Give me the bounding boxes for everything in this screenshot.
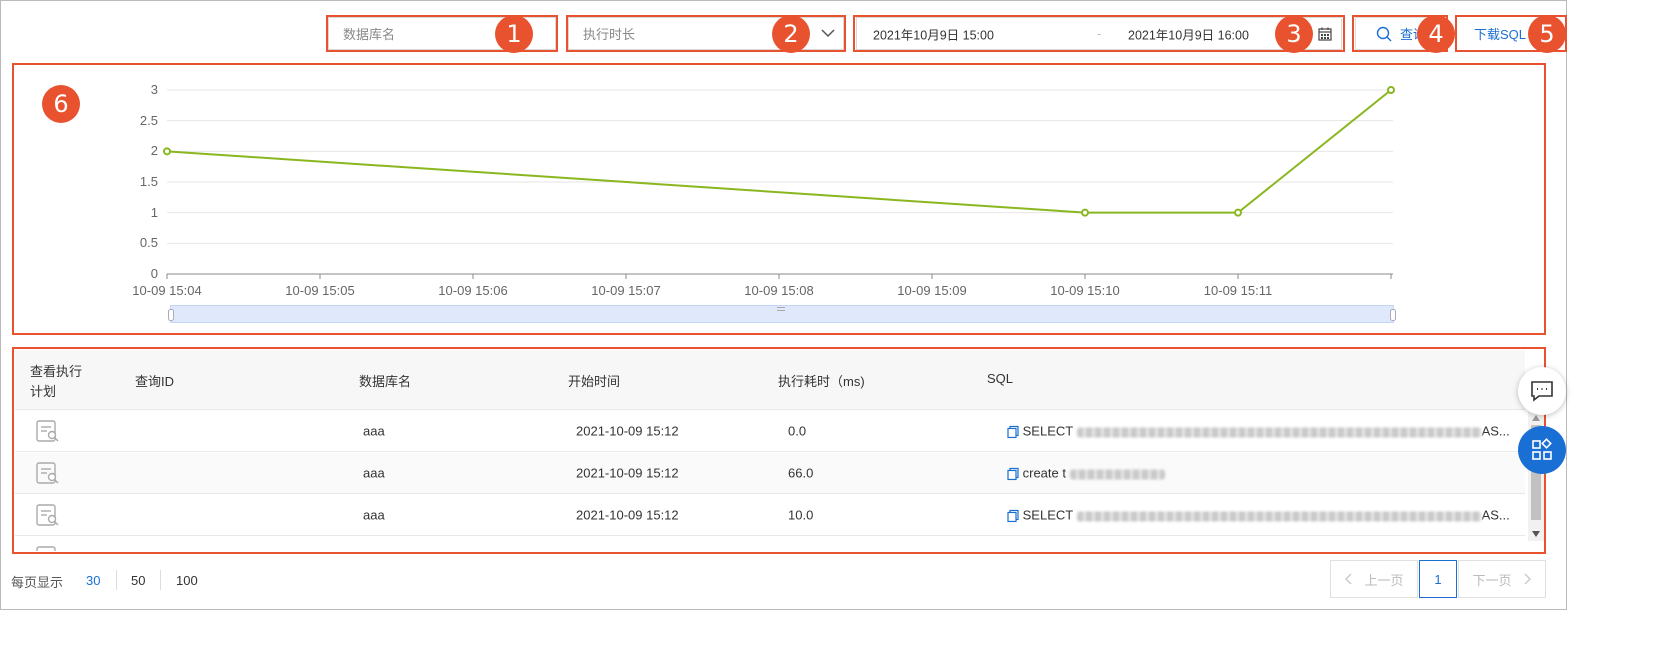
chevron-right-icon xyxy=(1523,573,1531,585)
y-tick-label: 1.5 xyxy=(139,174,158,189)
next-page-label: 下一页 xyxy=(1472,572,1512,588)
x-tick-label: 10-09 15:05 xyxy=(285,283,355,298)
header-plan-line2: 计划 xyxy=(30,384,57,399)
data-point xyxy=(1234,208,1242,217)
prev-page-label: 上一页 xyxy=(1364,572,1404,588)
chat-icon xyxy=(1531,381,1553,402)
row-start-time: 2021-10-09 15:12 xyxy=(576,465,679,481)
row-sql[interactable]: SELECT AS... xyxy=(1007,507,1510,522)
redacted-sql xyxy=(1076,427,1482,438)
y-tick-label: 0 xyxy=(150,266,158,281)
y-tick-label: 0.5 xyxy=(139,235,158,251)
row-start-time: 2021-10-09 15:12 xyxy=(576,507,679,523)
page-size-divider xyxy=(116,570,117,590)
zoom-slider-handle-right[interactable] xyxy=(1390,309,1396,321)
view-plan-icon[interactable] xyxy=(35,545,61,551)
header-duration: 执行耗时（ms) xyxy=(778,374,865,389)
view-plan-icon[interactable] xyxy=(35,419,61,443)
row-db-name: aaa xyxy=(363,507,385,523)
sql-text-suffix: AS... xyxy=(1481,507,1510,523)
table-row: aaa 2021-10-09 15:12 0.0 SELECT AS... xyxy=(15,411,1525,452)
x-tick-label: 10-09 15:08 xyxy=(744,283,814,298)
chevron-left-icon xyxy=(1345,573,1353,585)
sql-text-prefix: SELECT xyxy=(1022,423,1073,439)
y-tick-label: 2 xyxy=(150,143,158,159)
next-page-button[interactable]: 下一页 xyxy=(1458,560,1546,598)
header-sql: SQL xyxy=(987,371,1014,386)
sql-text-prefix: create t xyxy=(1022,465,1066,481)
redacted-sql xyxy=(1069,469,1165,480)
feedback-button[interactable] xyxy=(1518,367,1566,415)
copy-icon[interactable] xyxy=(1007,467,1019,481)
data-point xyxy=(163,147,171,156)
zoom-slider-handle-left[interactable] xyxy=(168,309,174,321)
page-size-30[interactable]: 30 xyxy=(86,573,100,588)
header-plan-line1: 查看执行 xyxy=(30,364,83,379)
per-page-label: 每页显示 xyxy=(11,575,64,590)
x-tick-label: 10-09 15:11 xyxy=(1203,283,1273,298)
y-tick-label: 1 xyxy=(150,204,158,220)
apps-button[interactable] xyxy=(1518,426,1566,474)
x-tick-label: 10-09 15:06 xyxy=(438,283,508,298)
data-point xyxy=(1387,86,1395,94)
scroll-up-icon[interactable] xyxy=(1532,415,1540,421)
sql-text-prefix: SELECT xyxy=(1022,507,1073,523)
table-row: aaa 2021-10-09 15:12 66.0 create t xyxy=(15,453,1525,494)
trend-chart: 0 0.5 1 1.5 2 2.5 3 10-09 15:04 10-09 15:05 10-0… xyxy=(0,0,1567,340)
y-tick-label: 3 xyxy=(150,82,158,97)
table-row: aaa 2021-10-09 15:12 10.0 SELECT AS... xyxy=(15,495,1525,536)
header-db-name: 数据库名 xyxy=(359,374,412,389)
row-db-name: aaa xyxy=(363,423,385,439)
data-point xyxy=(1081,208,1089,217)
table-row-partial xyxy=(15,537,1525,551)
row-duration: 10.0 xyxy=(788,507,814,523)
row-sql[interactable]: SELECT AS... xyxy=(1007,423,1510,438)
x-tick-label: 10-09 15:10 xyxy=(1050,283,1120,298)
page-size-100[interactable]: 100 xyxy=(176,573,198,588)
header-query-id: 查询ID xyxy=(135,374,175,389)
row-db-name: aaa xyxy=(363,465,385,481)
row-sql[interactable]: create t xyxy=(1007,465,1165,480)
x-tick-label: 10-09 15:04 xyxy=(132,283,202,298)
apps-grid-icon xyxy=(1532,438,1552,460)
page-number-current[interactable]: 1 xyxy=(1419,560,1457,598)
table-header: 查看执行 计划 查询ID 数据库名 开始时间 执行耗时（ms) SQL xyxy=(15,350,1525,410)
y-tick-label: 2.5 xyxy=(139,112,158,128)
view-plan-icon[interactable] xyxy=(35,503,61,527)
sql-text-suffix: AS... xyxy=(1481,423,1510,439)
view-plan-icon[interactable] xyxy=(35,461,61,485)
x-tick-label: 10-09 15:09 xyxy=(897,283,967,298)
copy-icon[interactable] xyxy=(1007,425,1019,439)
x-tick-label: 10-09 15:07 xyxy=(591,283,661,298)
header-start-time: 开始时间 xyxy=(568,374,621,389)
redacted-sql xyxy=(1076,511,1482,522)
page-size-50[interactable]: 50 xyxy=(131,573,145,588)
page-size-divider xyxy=(160,570,161,590)
row-duration: 0.0 xyxy=(788,423,807,439)
scroll-down-icon[interactable] xyxy=(1532,531,1540,537)
current-page-label: 1 xyxy=(1434,571,1442,587)
chart-zoom-slider[interactable] xyxy=(168,305,1396,323)
zoom-slider-grip-icon[interactable] xyxy=(777,307,785,311)
copy-icon[interactable] xyxy=(1007,509,1019,523)
row-start-time: 2021-10-09 15:12 xyxy=(576,423,679,439)
prev-page-button[interactable]: 上一页 xyxy=(1330,560,1418,598)
row-duration: 66.0 xyxy=(788,465,814,481)
